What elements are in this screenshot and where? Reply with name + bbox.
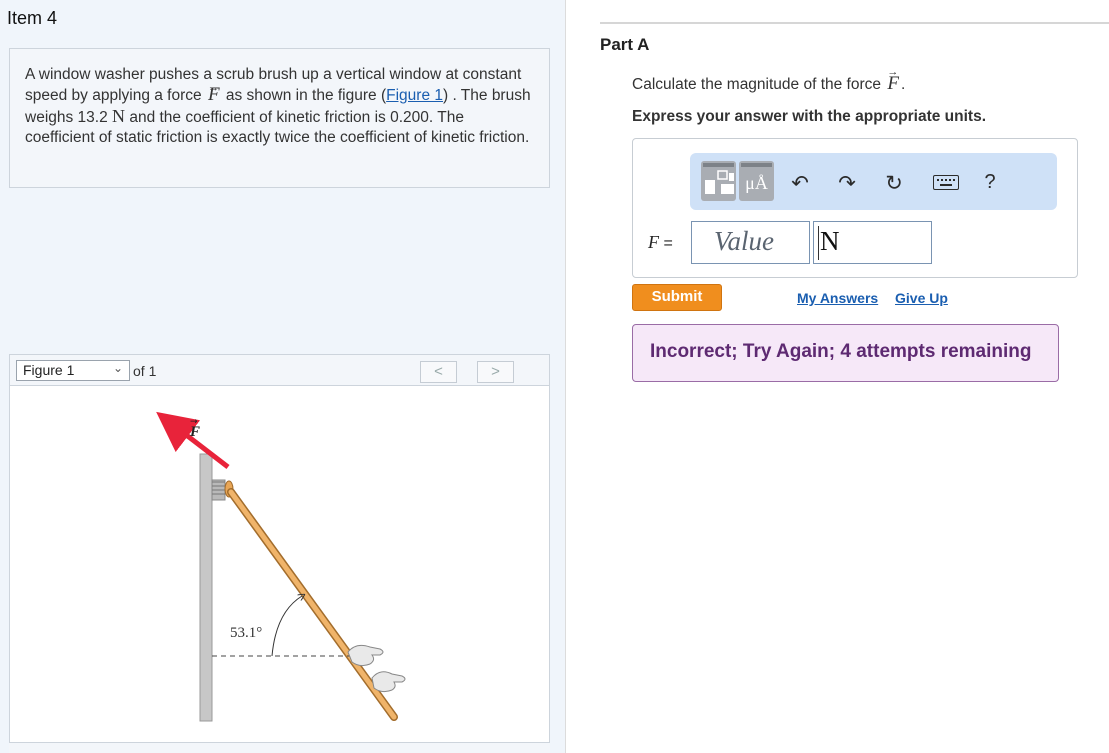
figure-select-value: Figure 1: [23, 362, 75, 378]
units-label: μÅ: [745, 173, 768, 193]
angle-arc: [271, 596, 302, 657]
math-toolbar: μÅ ↶ ↷ ↻ ?: [690, 153, 1057, 210]
help-button[interactable]: ?: [978, 171, 1002, 194]
give-up-link[interactable]: Give Up: [895, 290, 948, 306]
figure-diagram: F → 53.1°: [156, 411, 406, 722]
figure-select[interactable]: Figure 1 ⌄: [16, 360, 130, 381]
figure-toolbar: Figure 1 ⌄ of 1 < >: [10, 355, 549, 386]
figure-count: of 1: [133, 363, 157, 379]
template-button[interactable]: [701, 161, 736, 201]
figure-link[interactable]: Figure 1: [386, 87, 443, 104]
question-text: Calculate the magnitude of the force → F.: [632, 66, 906, 94]
problem-text-2: as shown in the figure (: [221, 87, 387, 104]
answer-instruction: Express your answer with the appropriate…: [632, 108, 987, 125]
force-vector-symbol: → F: [207, 82, 220, 105]
unit-input[interactable]: N: [813, 221, 932, 264]
problem-pane: Item 4 A window washer pushes a scrub br…: [0, 0, 566, 753]
undo-icon[interactable]: ↶: [788, 171, 812, 196]
answer-label: F =: [648, 232, 673, 252]
figure-panel-bottom: [9, 742, 550, 753]
angle-label: 53.1°: [230, 625, 262, 641]
answer-pane: Part A Calculate the magnitude of the fo…: [567, 0, 1109, 753]
keyboard-icon[interactable]: [933, 175, 959, 190]
svg-text:→: →: [190, 417, 198, 427]
window-wall: [199, 453, 213, 722]
item-title: Item 4: [7, 8, 58, 28]
my-answers-link[interactable]: My Answers: [797, 290, 878, 306]
problem-statement: A window washer pushes a scrub brush up …: [9, 48, 550, 188]
redo-icon[interactable]: ↷: [835, 171, 859, 196]
divider: [600, 22, 1109, 24]
units-button[interactable]: μÅ: [739, 161, 774, 201]
reset-icon[interactable]: ↻: [882, 171, 906, 196]
value-input[interactable]: Value: [691, 221, 810, 264]
figure-panel: Figure 1 ⌄ of 1 < > F → 53.1°: [9, 354, 550, 753]
template-icon: [703, 163, 734, 194]
weight-unit: N: [112, 106, 126, 126]
prev-figure-button[interactable]: <: [420, 361, 457, 383]
part-title: Part A: [600, 35, 650, 54]
force-label: F →: [189, 417, 200, 440]
next-figure-button[interactable]: >: [477, 361, 514, 383]
question-force-symbol: → F: [887, 66, 899, 94]
chevron-down-icon: ⌄: [112, 361, 123, 375]
feedback-message: Incorrect; Try Again; 4 attempts remaini…: [632, 324, 1059, 382]
submit-button[interactable]: Submit: [632, 284, 722, 311]
answer-box: μÅ ↶ ↷ ↻ ? F = Value N: [632, 138, 1078, 278]
